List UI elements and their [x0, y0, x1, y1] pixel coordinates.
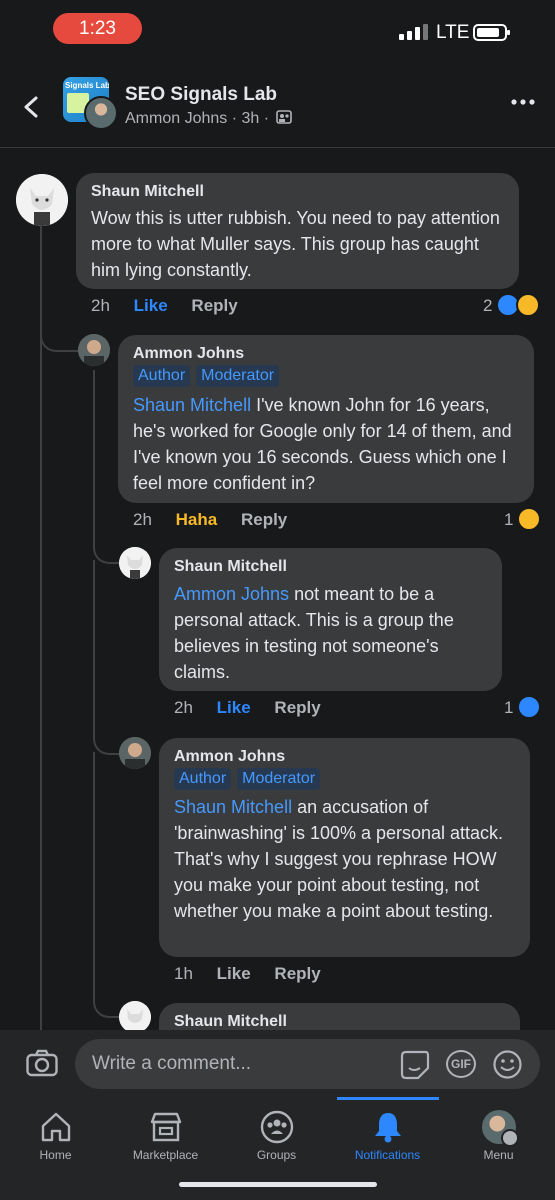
menu-icon: [500, 1129, 519, 1147]
gif-button[interactable]: GIF: [446, 1050, 476, 1078]
thread-connector: [93, 752, 119, 1018]
home-indicator: [179, 1182, 377, 1187]
comment-text: Ammon Johns not meant to be a personal a…: [174, 581, 494, 685]
more-options-icon[interactable]: [511, 98, 535, 106]
gif-label: GIF: [451, 1057, 471, 1071]
reply-button[interactable]: Reply: [274, 698, 320, 717]
comment-author[interactable]: Ammon Johns: [174, 748, 285, 766]
avatar[interactable]: [16, 174, 68, 226]
groups-icon: [260, 1110, 293, 1144]
moderator-badge: Moderator: [196, 365, 280, 387]
haha-icon: [516, 293, 540, 317]
tab-marketplace[interactable]: Marketplace: [110, 1106, 221, 1176]
thread-connector: [93, 560, 119, 755]
group-thumbnail-text: Signals Lab: [65, 81, 109, 90]
tab-menu-label: Menu: [483, 1148, 514, 1162]
post-subtitle-text: Ammon Johns · 3h ·: [125, 110, 270, 127]
comment-meta: 2h Haha Reply: [133, 510, 287, 530]
profile-avatar: [481, 1110, 519, 1147]
back-arrow-icon[interactable]: [18, 92, 48, 122]
comment-time: 2h: [91, 296, 110, 315]
comment-author[interactable]: Ammon Johns: [133, 345, 244, 363]
sticker-icon[interactable]: [398, 1048, 431, 1081]
moderator-badge: Moderator: [237, 768, 321, 790]
comment-meta: 2h Like Reply: [91, 296, 238, 316]
author-avatar[interactable]: [84, 96, 118, 130]
reply-button[interactable]: Reply: [241, 510, 287, 529]
tab-menu[interactable]: Menu: [443, 1106, 554, 1176]
comment-author[interactable]: Shaun Mitchell: [91, 183, 204, 201]
tab-notifications-label: Notifications: [354, 1148, 421, 1162]
badge-row: Author Moderator: [174, 768, 326, 790]
status-time: 1:23: [53, 13, 142, 44]
author-badge: Author: [174, 768, 232, 790]
battery-icon: [473, 24, 510, 41]
avatar[interactable]: [119, 547, 151, 579]
marketplace-icon: [150, 1112, 181, 1142]
avatar[interactable]: [119, 737, 151, 769]
like-button[interactable]: Like: [217, 698, 251, 717]
comment-time: 2h: [174, 698, 193, 717]
thread-line: [40, 225, 42, 1030]
group-members-icon: [275, 110, 292, 124]
comment-author[interactable]: Shaun Mitchell: [174, 1013, 287, 1031]
thread-connector: [93, 518, 119, 564]
thread-line: [93, 370, 95, 520]
reaction-count[interactable]: 2: [483, 296, 492, 316]
tab-home[interactable]: Home: [0, 1106, 111, 1176]
haha-button[interactable]: Haha: [176, 510, 218, 529]
reaction-count[interactable]: 1: [504, 510, 513, 530]
tab-home-label: Home: [39, 1148, 72, 1162]
comment-input-placeholder: Write a comment...: [92, 1053, 252, 1074]
emoji-icon[interactable]: [492, 1049, 523, 1080]
author-badge: Author: [133, 365, 191, 387]
comment-text: Shaun Mitchell I've known John for 16 ye…: [133, 392, 523, 496]
badge-row: Author Moderator: [133, 365, 285, 387]
active-tab-indicator: [337, 1097, 439, 1100]
avatar[interactable]: [119, 1001, 151, 1033]
comment-time: 1h: [174, 964, 193, 983]
post-subtitle[interactable]: Ammon Johns · 3h ·: [125, 110, 292, 128]
like-icon: [517, 695, 541, 719]
bell-icon: [374, 1113, 401, 1143]
thread-connector: [40, 328, 78, 352]
comment-author[interactable]: Shaun Mitchell: [174, 558, 287, 576]
avatar[interactable]: [78, 334, 110, 366]
group-title[interactable]: SEO Signals Lab: [125, 84, 277, 106]
tab-notifications[interactable]: Notifications: [332, 1106, 443, 1176]
network-label: LTE: [436, 22, 470, 43]
comment-text: Shaun Mitchell an accusation of 'brainwa…: [174, 794, 522, 924]
home-icon: [41, 1112, 70, 1142]
like-button[interactable]: Like: [134, 296, 168, 315]
mention-link[interactable]: Shaun Mitchell: [174, 797, 292, 817]
comment-time: 2h: [133, 510, 152, 529]
tab-marketplace-label: Marketplace: [132, 1148, 199, 1162]
comment-meta: 2h Like Reply: [174, 698, 321, 718]
mention-link[interactable]: Shaun Mitchell: [133, 395, 251, 415]
comment-text: Wow this is utter rubbish. You need to p…: [91, 208, 500, 280]
tab-groups[interactable]: Groups: [221, 1106, 332, 1176]
haha-icon: [517, 507, 541, 531]
reaction-count[interactable]: 1: [504, 698, 513, 718]
mention-link[interactable]: Ammon Johns: [174, 584, 289, 604]
reply-button[interactable]: Reply: [274, 964, 320, 983]
like-button[interactable]: Like: [217, 964, 251, 983]
tab-groups-label: Groups: [256, 1148, 297, 1162]
reply-button[interactable]: Reply: [191, 296, 237, 315]
camera-icon[interactable]: [26, 1049, 58, 1077]
comment-meta: 1h Like Reply: [174, 964, 321, 984]
cell-signal-icon: [399, 24, 428, 40]
